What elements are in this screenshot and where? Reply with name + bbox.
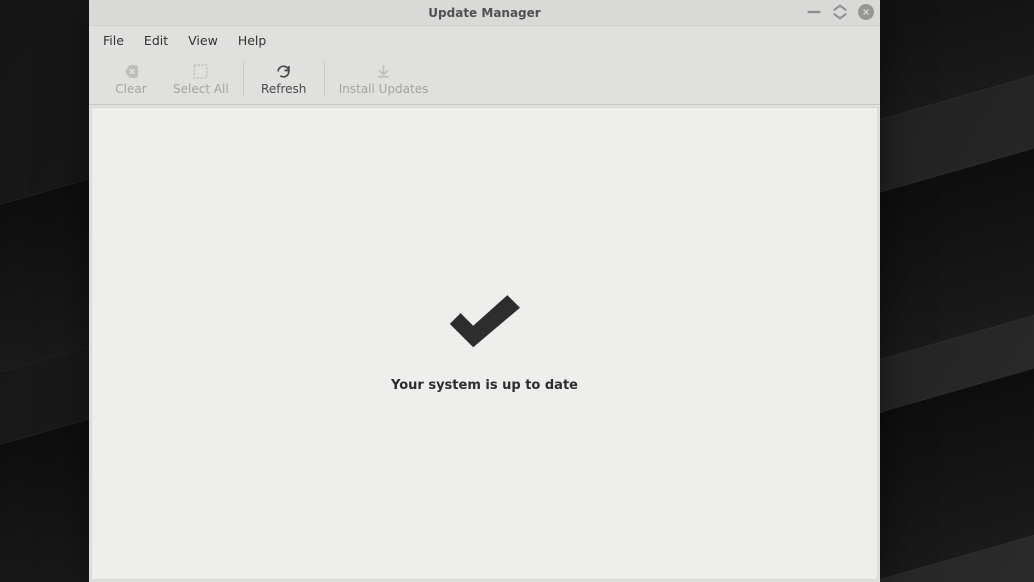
download-icon: [375, 61, 392, 81]
select-all-button: Select All: [165, 59, 237, 98]
status-area: Your system is up to date: [391, 295, 578, 393]
menu-file[interactable]: File: [95, 30, 132, 51]
close-icon[interactable]: [858, 4, 874, 20]
toolbar: Clear Select All Refresh Install Updates: [89, 55, 880, 105]
maximize-icon[interactable]: [832, 4, 848, 20]
titlebar[interactable]: Update Manager: [89, 0, 880, 26]
clear-button: Clear: [97, 59, 165, 98]
status-text: Your system is up to date: [391, 378, 578, 393]
install-updates-label: Install Updates: [339, 82, 429, 96]
checkmark-icon: [439, 295, 529, 364]
menubar: File Edit View Help: [89, 26, 880, 55]
select-all-label: Select All: [173, 82, 229, 96]
minimize-icon[interactable]: [806, 4, 822, 20]
toolbar-separator: [324, 61, 325, 97]
select-all-icon: [192, 61, 209, 81]
window-title: Update Manager: [428, 6, 540, 20]
clear-icon: [123, 61, 140, 81]
window-controls: [806, 4, 874, 20]
refresh-icon: [275, 61, 292, 81]
update-manager-window: Update Manager File Edit View Help Clear: [89, 0, 880, 582]
refresh-button[interactable]: Refresh: [250, 59, 318, 98]
menu-view[interactable]: View: [180, 30, 226, 51]
menu-help[interactable]: Help: [230, 30, 275, 51]
menu-edit[interactable]: Edit: [136, 30, 176, 51]
toolbar-separator: [243, 61, 244, 97]
content-area: Your system is up to date: [91, 107, 878, 580]
refresh-label: Refresh: [261, 82, 306, 96]
install-updates-button: Install Updates: [331, 59, 437, 98]
clear-label: Clear: [115, 82, 146, 96]
